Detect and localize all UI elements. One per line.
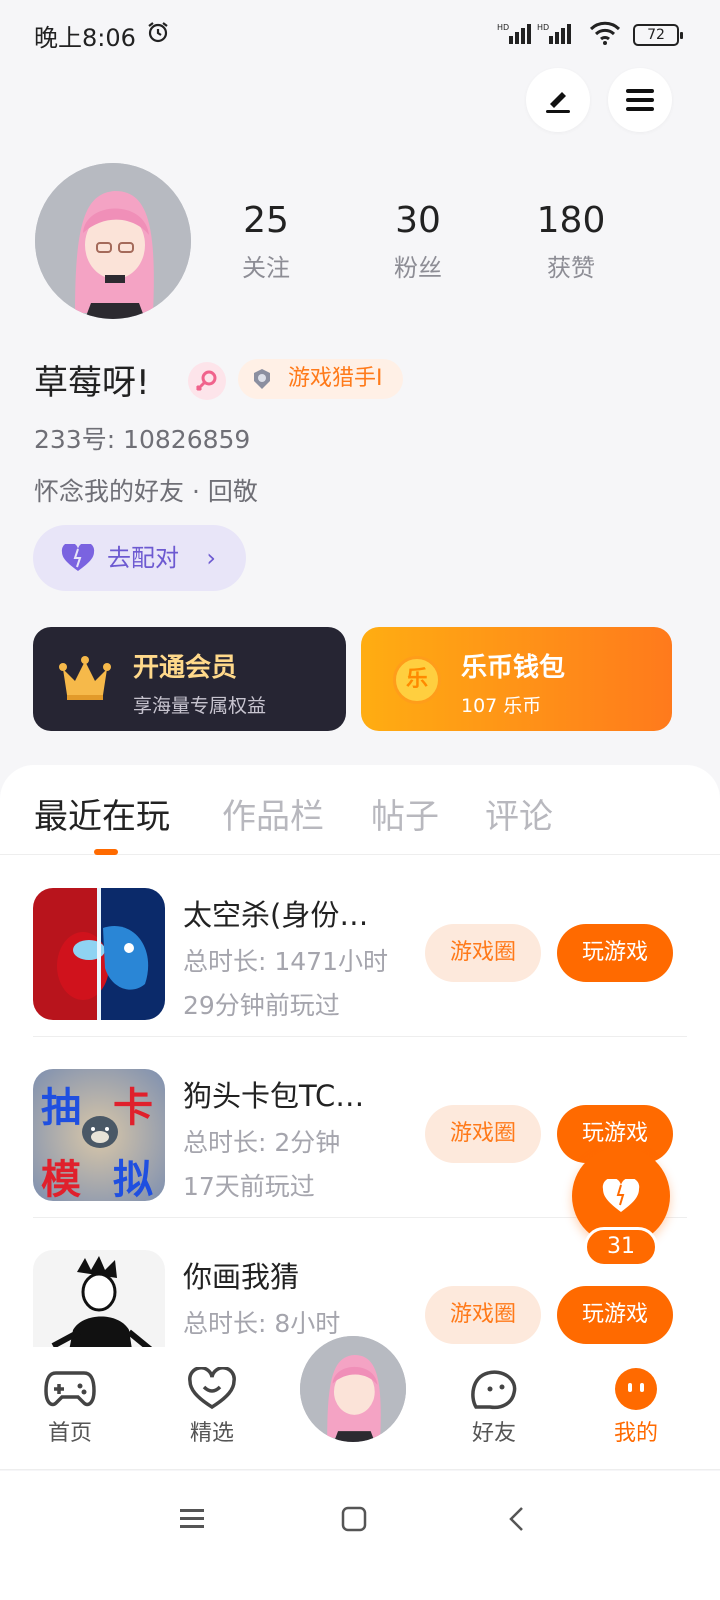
nav-home[interactable]: 首页 bbox=[30, 1367, 110, 1447]
menu-icon bbox=[626, 89, 654, 111]
game-circle-button[interactable]: 游戏圈 bbox=[425, 1286, 541, 1344]
user-id: 233号: 10826859 bbox=[34, 425, 251, 454]
tab-recent[interactable]: 最近在玩 bbox=[34, 789, 170, 838]
tab-posts[interactable]: 帖子 bbox=[371, 789, 439, 838]
battery-icon: 72 bbox=[633, 24, 683, 46]
game-circle-button[interactable]: 游戏圈 bbox=[425, 1105, 541, 1163]
coin-balance: 107 乐币 bbox=[461, 695, 542, 717]
coin-wallet-card[interactable]: 乐 乐币钱包 107 乐币 bbox=[361, 627, 672, 731]
status-bar: 晚上8:06 HD HD 72 bbox=[0, 0, 720, 70]
stat-label: 关注 bbox=[242, 254, 290, 282]
game-circle-button[interactable]: 游戏圈 bbox=[425, 924, 541, 982]
dog-icon bbox=[82, 1116, 118, 1148]
stat-label: 获赞 bbox=[547, 254, 595, 282]
wifi-icon bbox=[589, 21, 621, 45]
pencil-icon bbox=[546, 92, 570, 113]
gamepad-icon bbox=[44, 1371, 96, 1407]
chevron-right-icon: › bbox=[206, 544, 216, 572]
back-icon[interactable] bbox=[506, 1505, 528, 1533]
avatar-image bbox=[300, 1336, 406, 1442]
heart-icon bbox=[61, 544, 95, 571]
vip-subtitle: 享海量专属权益 bbox=[133, 695, 267, 717]
stat-likes[interactable]: 180 获赞 bbox=[511, 198, 631, 283]
stat-fans[interactable]: 30 粉丝 bbox=[358, 198, 478, 283]
game-duration: 总时长: 2分钟 bbox=[183, 1128, 341, 1157]
game-last-played: 17天前玩过 bbox=[183, 1172, 315, 1201]
hunter-badge-icon bbox=[254, 369, 270, 389]
alarm-icon bbox=[148, 22, 168, 43]
game-name: 太空杀(身份… bbox=[183, 898, 369, 932]
avatar[interactable] bbox=[35, 163, 191, 319]
stat-value: 25 bbox=[243, 200, 289, 241]
vip-title: 开通会员 bbox=[133, 653, 238, 683]
nav-label: 首页 bbox=[47, 1421, 92, 1446]
menu-button[interactable] bbox=[608, 68, 672, 132]
game-name: 狗头卡包TC… bbox=[183, 1079, 365, 1113]
avatar-image bbox=[35, 163, 191, 319]
friends-icon bbox=[471, 1370, 517, 1410]
svg-text:HD: HD bbox=[497, 23, 509, 32]
play-game-button[interactable]: 玩游戏 bbox=[557, 1286, 673, 1344]
nav-label: 我的 bbox=[613, 1421, 658, 1446]
nav-label: 精选 bbox=[189, 1421, 234, 1446]
match-button[interactable]: 去配对 › bbox=[33, 525, 246, 591]
tab-comments[interactable]: 评论 bbox=[485, 789, 553, 838]
status-time: 晚上8:06 bbox=[34, 24, 136, 52]
game-icon-char: 模 bbox=[41, 1157, 81, 1201]
nav-friends[interactable]: 好友 bbox=[454, 1367, 534, 1447]
coin-icon: 乐 bbox=[393, 656, 441, 704]
game-icon[interactable] bbox=[33, 888, 165, 1020]
game-name: 你画我猜 bbox=[183, 1260, 300, 1294]
play-game-button[interactable]: 玩游戏 bbox=[557, 924, 673, 982]
game-duration: 总时长: 1471小时 bbox=[183, 947, 388, 976]
badge-label: 游戏猎手Ⅰ bbox=[288, 366, 383, 391]
level-badge[interactable]: 游戏猎手Ⅰ bbox=[238, 359, 403, 399]
nav-me[interactable]: 我的 bbox=[596, 1367, 676, 1447]
tab-works[interactable]: 作品栏 bbox=[222, 789, 324, 838]
signal-icon-2: HD bbox=[537, 23, 571, 44]
me-icon bbox=[615, 1368, 657, 1410]
signal-icon: HD bbox=[497, 23, 531, 44]
tab-indicator bbox=[94, 849, 118, 855]
match-label: 去配对 bbox=[107, 544, 179, 572]
stat-value: 180 bbox=[536, 200, 606, 241]
vip-card[interactable]: 开通会员 享海量专属权益 bbox=[33, 627, 346, 731]
crown-icon bbox=[59, 656, 111, 700]
game-icon[interactable]: 抽 卡 模 拟 bbox=[33, 1069, 165, 1201]
signature: 怀念我的好友 · 回敬 bbox=[34, 477, 258, 506]
battery-level: 72 bbox=[647, 27, 665, 43]
svg-text:HD: HD bbox=[537, 23, 549, 32]
nav-label: 好友 bbox=[471, 1421, 516, 1446]
recent-apps-icon[interactable] bbox=[178, 1507, 206, 1531]
stat-value: 30 bbox=[395, 200, 441, 241]
game-duration: 总时长: 8小时 bbox=[183, 1309, 341, 1338]
stat-label: 粉丝 bbox=[394, 254, 442, 282]
stat-following[interactable]: 25 关注 bbox=[206, 198, 326, 283]
game-icon-char: 抽 bbox=[41, 1085, 81, 1131]
username: 草莓呀! bbox=[34, 363, 150, 403]
heart-icon bbox=[602, 1179, 640, 1212]
system-nav-bar bbox=[0, 1471, 720, 1600]
edit-button[interactable] bbox=[526, 68, 590, 132]
tab-bar: 最近在玩 作品栏 帖子 评论 bbox=[0, 765, 720, 855]
nav-avatar[interactable] bbox=[296, 1332, 410, 1446]
heart-outline-icon bbox=[188, 1367, 236, 1410]
like-count: 31 bbox=[584, 1227, 658, 1267]
female-icon bbox=[188, 362, 226, 400]
list-item[interactable]: 太空杀(身份… 总时长: 1471小时 29分钟前玩过 游戏圈 玩游戏 bbox=[0, 856, 720, 1037]
coin-title: 乐币钱包 bbox=[461, 653, 566, 683]
game-last-played: 29分钟前玩过 bbox=[183, 991, 340, 1020]
game-icon-char: 拟 bbox=[113, 1157, 153, 1201]
content-panel: 最近在玩 作品栏 帖子 评论 太空杀(身份… 总时长: 1471小时 29分钟前… bbox=[0, 765, 720, 1365]
home-icon[interactable] bbox=[340, 1505, 368, 1533]
nav-featured[interactable]: 精选 bbox=[172, 1367, 252, 1447]
